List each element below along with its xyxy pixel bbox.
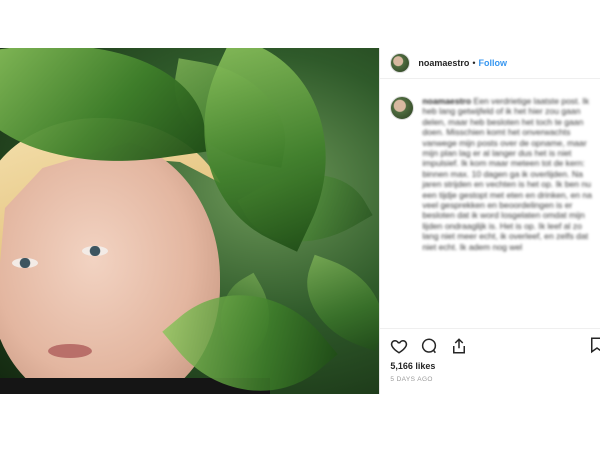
bookmark-icon[interactable] [588,336,600,354]
caption-body: Een verdrietige laatste post. Ik heb lan… [422,96,592,252]
eye-left [12,258,38,268]
caption-area: noamaestro Een verdrietige laatste post.… [390,96,595,252]
caption-text: noamaestro Een verdrietige laatste post.… [422,96,595,252]
follow-button[interactable]: Follow [479,58,508,68]
post-photo[interactable] [0,48,380,394]
share-icon[interactable] [450,337,468,355]
eye-right [82,246,108,256]
lips [48,344,92,358]
instagram-post: noamaestro • Follow noamaestro Een verdr… [0,48,600,394]
likes-count[interactable]: 5,166 likes [380,355,600,371]
comment-icon[interactable] [420,337,438,355]
header-separator: • [472,58,476,68]
post-side-panel: noamaestro • Follow noamaestro Een verdr… [379,48,600,394]
post-actions: 5,166 likes 5 DAYS AGO [380,328,600,395]
post-header: noamaestro • Follow [380,48,600,79]
heart-icon[interactable] [390,337,408,355]
post-time: 5 DAYS AGO [390,376,433,383]
header-username[interactable]: noamaestro [418,58,469,68]
caption-avatar[interactable] [390,96,415,120]
avatar[interactable] [390,53,411,73]
caption-username[interactable]: noamaestro [422,96,471,106]
